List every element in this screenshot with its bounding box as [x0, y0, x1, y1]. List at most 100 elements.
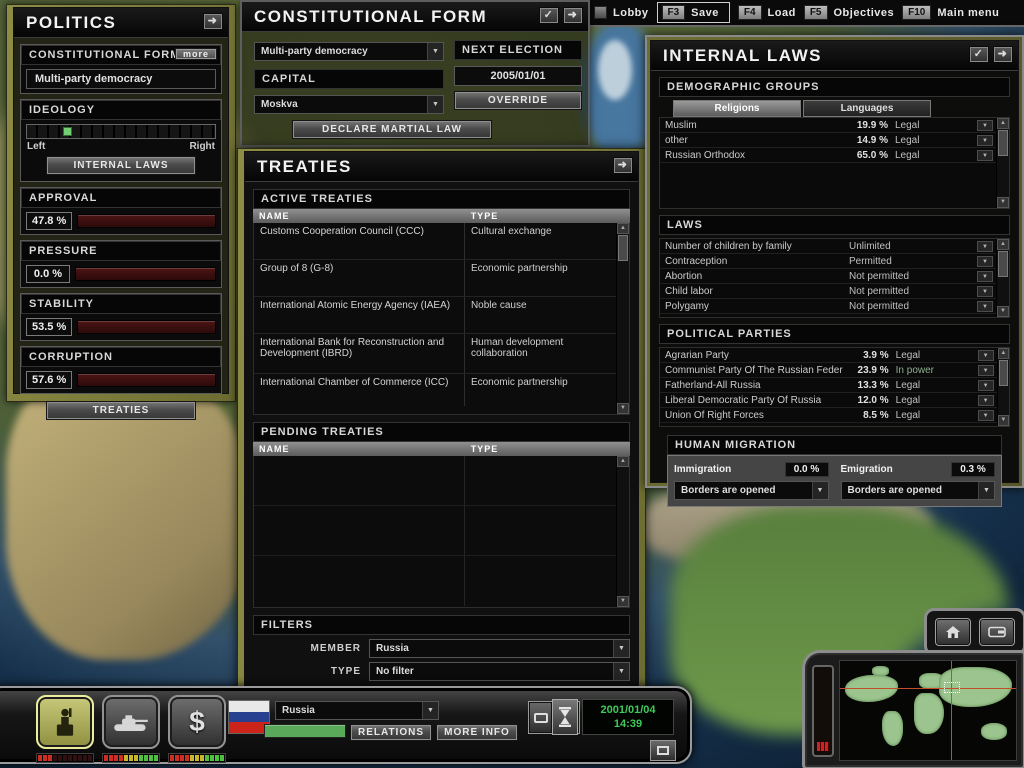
hourglass-icon [558, 707, 572, 727]
pending-treaties-columns: NAME TYPE [253, 442, 630, 456]
chevron-down-icon[interactable]: ▼ [977, 120, 993, 131]
mini-screen-button[interactable] [650, 740, 676, 761]
tab-languages[interactable]: Languages [803, 100, 931, 117]
country-dropdown[interactable]: Russia▼ [275, 701, 439, 720]
chevron-down-icon[interactable]: ▼ [978, 365, 994, 376]
chevron-down-icon: ▼ [427, 43, 443, 60]
scrollbar[interactable]: ▲ ▼ [996, 118, 1009, 208]
chevron-down-icon[interactable]: ▼ [978, 350, 994, 361]
checkmark-icon[interactable]: ✓ [539, 7, 559, 24]
chevron-down-icon[interactable]: ▼ [978, 380, 994, 391]
member-filter-dropdown[interactable]: Russia▼ [369, 639, 630, 658]
panel-arrow-icon[interactable]: ➜ [203, 13, 223, 30]
law-row: Polygamy Not permitted ▼ [660, 299, 996, 314]
zoom-gauge[interactable] [812, 665, 834, 757]
immigration-policy-dropdown[interactable]: Borders are opened▼ [674, 481, 829, 500]
chevron-down-icon[interactable]: ▼ [977, 286, 993, 297]
minimap-south-america [882, 711, 903, 747]
chevron-down-icon[interactable]: ▼ [978, 410, 994, 421]
pressure-bar [75, 267, 216, 281]
screen-button[interactable] [528, 701, 553, 734]
scroll-down-icon[interactable]: ▼ [617, 403, 629, 414]
scroll-thumb[interactable] [999, 360, 1008, 386]
scroll-down-icon[interactable]: ▼ [998, 415, 1009, 426]
constitutional-form-section: CONSTITUTIONAL FORM more Multi-party dem… [20, 44, 222, 94]
main-menu-button[interactable]: F10 Main menu [902, 5, 999, 20]
f3-key: F3 [662, 5, 686, 20]
crosshair-vertical [951, 661, 952, 760]
treaties-button[interactable]: TREATIES [46, 401, 196, 420]
lobby-button[interactable]: Lobby [594, 6, 649, 19]
capital-dropdown[interactable]: Moskva▼ [254, 95, 444, 114]
corruption-value: 57.6 % [26, 371, 72, 389]
scroll-thumb[interactable] [998, 130, 1008, 156]
save-button[interactable]: F3 Save [657, 2, 730, 23]
checkmark-icon[interactable]: ✓ [969, 46, 989, 63]
scrollbar[interactable]: ▲ ▼ [997, 348, 1009, 426]
scrollbar[interactable]: ▲ ▼ [996, 239, 1009, 317]
economy-meter [168, 753, 226, 763]
f4-key: F4 [738, 5, 762, 20]
scroll-up-icon[interactable]: ▲ [997, 118, 1009, 129]
empty-row [254, 556, 616, 606]
panel-arrow-icon[interactable]: ➜ [993, 46, 1013, 63]
emigration-policy-dropdown[interactable]: Borders are opened▼ [841, 481, 996, 500]
chevron-down-icon[interactable]: ▼ [977, 241, 993, 252]
military-mode-button[interactable] [102, 695, 160, 749]
minimap-world[interactable] [839, 660, 1017, 761]
chevron-down-icon[interactable]: ▼ [977, 150, 993, 161]
type-filter-dropdown[interactable]: No filter▼ [369, 662, 630, 681]
scroll-up-icon[interactable]: ▲ [617, 223, 629, 234]
declare-martial-law-button[interactable]: DECLARE MARTIAL LAW [292, 120, 492, 139]
government-type-dropdown[interactable]: Multi-party democracy▼ [254, 42, 444, 61]
objectives-button[interactable]: F5 Objectives [804, 5, 894, 20]
chevron-down-icon[interactable]: ▼ [978, 395, 994, 406]
override-button[interactable]: OVERRIDE [454, 91, 582, 110]
scroll-thumb[interactable] [618, 235, 628, 261]
dollar-icon: $ [189, 706, 205, 738]
scroll-up-icon[interactable]: ▲ [617, 456, 629, 467]
treaty-row[interactable]: International Atomic Energy Agency (IAEA… [254, 297, 616, 334]
political-parties-section: POLITICAL PARTIES Agrarian Party 3.9 % L… [659, 324, 1010, 427]
time-control-button[interactable] [552, 699, 578, 735]
domestic-meter [36, 753, 94, 763]
cash-view-button[interactable] [979, 618, 1015, 646]
ideology-marker[interactable] [63, 127, 72, 136]
home-view-button[interactable] [935, 618, 971, 646]
scroll-down-icon[interactable]: ▼ [997, 306, 1009, 317]
treaty-row[interactable]: Customs Cooperation Council (CCC)Cultura… [254, 223, 616, 260]
relations-button[interactable]: RELATIONS [350, 724, 432, 741]
treaty-row[interactable]: International Bank for Reconstruction an… [254, 334, 616, 374]
chevron-down-icon[interactable]: ▼ [977, 271, 993, 282]
scroll-down-icon[interactable]: ▼ [997, 197, 1009, 208]
tab-religions[interactable]: Religions [673, 100, 801, 117]
scroll-thumb[interactable] [998, 251, 1008, 277]
internal-laws-button[interactable]: INTERNAL LAWS [46, 156, 196, 175]
party-row: Fatherland-All Russia 13.3 % Legal ▼ [660, 378, 997, 393]
panel-arrow-icon[interactable]: ➜ [563, 7, 583, 24]
ideology-header: IDEOLOGY [21, 100, 221, 120]
treaty-row[interactable]: Group of 8 (G-8)Economic partnership [254, 260, 616, 297]
wallet-icon [988, 626, 1006, 638]
laws-section: LAWS Number of children by family Unlimi… [659, 215, 1010, 318]
scroll-down-icon[interactable]: ▼ [617, 596, 629, 607]
more-info-button[interactable]: MORE INFO [436, 724, 518, 741]
scroll-up-icon[interactable]: ▲ [997, 239, 1009, 250]
scrollbar[interactable]: ▲ ▼ [616, 456, 629, 607]
chevron-down-icon[interactable]: ▼ [977, 256, 993, 267]
more-button[interactable]: more [175, 48, 217, 60]
scroll-up-icon[interactable]: ▲ [998, 348, 1009, 359]
chevron-down-icon[interactable]: ▼ [977, 301, 993, 312]
laws-header: LAWS [659, 215, 1010, 235]
politics-mode-button[interactable] [36, 695, 94, 749]
panel-arrow-icon[interactable]: ➜ [613, 157, 633, 174]
chevron-down-icon: ▼ [812, 482, 828, 499]
scrollbar[interactable]: ▲ ▼ [616, 223, 629, 414]
chevron-down-icon[interactable]: ▼ [977, 135, 993, 146]
chevron-down-icon: ▼ [978, 482, 994, 499]
load-button[interactable]: F4 Load [738, 5, 796, 20]
treaty-row[interactable]: International Chamber of Commerce (ICC)E… [254, 374, 616, 406]
bottom-control-bar: $ Russia▼ RELATIONS MORE INFO [0, 686, 692, 764]
economy-mode-button[interactable]: $ [168, 695, 226, 749]
ideology-slider[interactable] [26, 124, 216, 139]
